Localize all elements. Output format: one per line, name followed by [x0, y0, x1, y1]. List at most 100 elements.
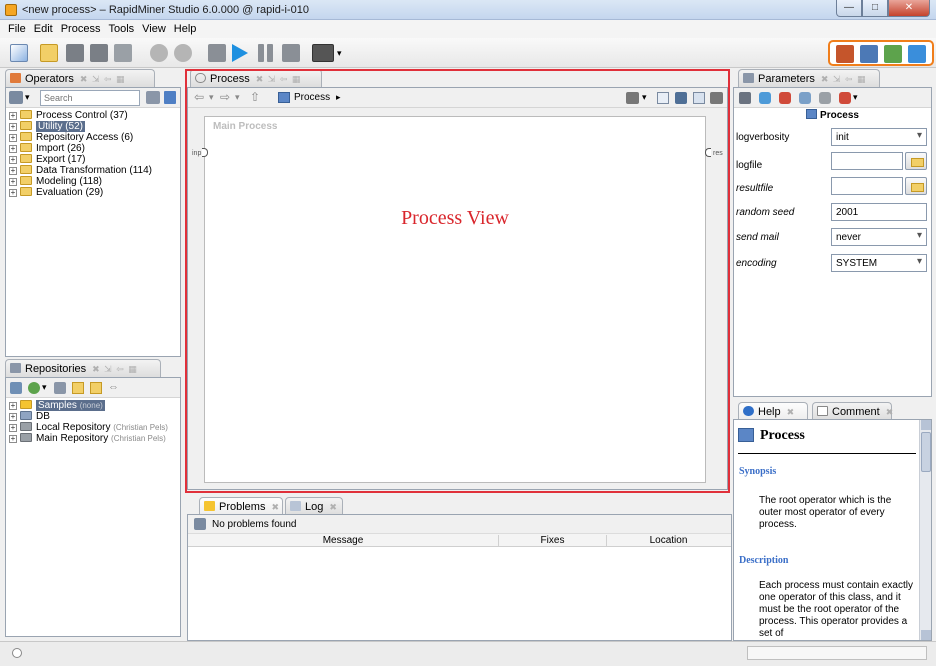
filter-icon[interactable] — [194, 518, 206, 530]
forward-icon[interactable]: ⇨ — [220, 90, 230, 104]
menu-file[interactable]: File — [5, 20, 31, 38]
link-with-editor-icon[interactable]: ⇔ — [108, 381, 119, 393]
expand-icon[interactable]: + — [9, 402, 17, 410]
close-tab-icon[interactable]: ✖ — [271, 502, 280, 512]
tab-process[interactable]: Process ✖ ⇲ ⇦ ▦ — [190, 69, 322, 88]
clear-filter-icon[interactable] — [146, 91, 160, 104]
column-message[interactable]: Message — [188, 535, 498, 546]
menu-edit[interactable]: Edit — [31, 20, 58, 38]
menu-tools[interactable]: Tools — [105, 20, 139, 38]
forward-dropdown-icon[interactable]: ▾ — [235, 92, 240, 103]
output-port[interactable] — [705, 148, 711, 157]
delete-operator-icon[interactable] — [839, 92, 851, 104]
pause-icon[interactable] — [258, 44, 264, 62]
new-building-block-icon[interactable] — [9, 91, 23, 104]
scroll-up-icon[interactable] — [921, 420, 931, 430]
tree-item[interactable]: + Utility (52) — [9, 121, 86, 132]
scroll-down-icon[interactable] — [921, 630, 931, 640]
refresh-folder-icon[interactable] — [90, 382, 102, 394]
tree-item[interactable]: + Local Repository (Christian Pels) — [9, 422, 168, 433]
tab-operators[interactable]: Operators ✖ ⇲ ⇦ ▦ — [5, 69, 155, 88]
menu-view[interactable]: View — [139, 20, 171, 38]
open-icon[interactable] — [54, 382, 66, 394]
rename-icon[interactable] — [819, 92, 831, 104]
expand-icon[interactable]: + — [9, 178, 17, 186]
run-icon[interactable] — [232, 44, 248, 62]
expand-icon[interactable]: + — [9, 123, 17, 131]
panel-controls-icon[interactable]: ✖ ⇲ ⇦ ▦ — [821, 74, 867, 84]
expand-icon[interactable]: + — [9, 189, 17, 197]
results-perspective-icon[interactable] — [884, 45, 902, 63]
process-canvas[interactable]: Main Process Process View — [204, 116, 706, 483]
tree-item[interactable]: + Main Repository (Christian Pels) — [9, 433, 166, 444]
close-tab-icon[interactable]: ✖ — [787, 407, 796, 417]
display-mode-dropdown-icon[interactable]: ▾ — [337, 48, 342, 59]
close-button[interactable]: ✕ — [888, 0, 930, 17]
expand-icon[interactable]: + — [9, 145, 17, 153]
expand-icon[interactable]: + — [9, 424, 17, 432]
more-options-dropdown-icon[interactable]: ▾ — [853, 92, 858, 103]
menu-process[interactable]: Process — [58, 20, 106, 38]
expand-icon[interactable]: + — [9, 413, 17, 421]
tree-item[interactable]: + Import (26) — [9, 143, 85, 154]
operator-search-input[interactable] — [40, 90, 140, 106]
cloud-perspective-icon[interactable] — [908, 45, 926, 63]
logfile-input[interactable] — [831, 152, 903, 170]
up-icon[interactable]: ⇧ — [250, 90, 260, 104]
tree-item[interactable]: + Data Transformation (114) — [9, 165, 152, 176]
tree-item[interactable]: + Export (17) — [9, 154, 85, 165]
add-repository-icon[interactable] — [10, 382, 22, 394]
connect-icon[interactable] — [710, 92, 723, 104]
undo-icon[interactable] — [150, 44, 168, 62]
display-mode-icon[interactable] — [312, 44, 334, 62]
encoding-select[interactable]: SYSTEM — [831, 254, 927, 272]
operator-order-icon[interactable] — [675, 92, 687, 104]
arrange-icon[interactable] — [657, 92, 669, 104]
tree-item[interactable]: + Modeling (118) — [9, 176, 102, 187]
menu-help[interactable]: Help — [171, 20, 202, 38]
expand-icon[interactable]: + — [9, 167, 17, 175]
close-tab-icon[interactable]: ✖ — [886, 407, 895, 417]
logverbosity-select[interactable]: init — [831, 128, 927, 146]
new-folder-icon[interactable] — [72, 382, 84, 394]
panel-controls-icon[interactable]: ✖ ⇲ ⇦ ▦ — [256, 74, 302, 84]
new-process-icon[interactable] — [10, 44, 28, 62]
minimize-button[interactable]: — — [836, 0, 862, 17]
resultfile-browse-button[interactable] — [905, 177, 927, 195]
breadcrumb-process[interactable]: Process — [294, 92, 330, 103]
auto-wire-dropdown-icon[interactable]: ▾ — [642, 92, 647, 103]
send-mail-select[interactable]: never — [831, 228, 927, 246]
print-icon[interactable] — [114, 44, 132, 62]
expand-icon[interactable]: + — [9, 112, 17, 120]
panel-controls-icon[interactable]: ✖ ⇲ ⇦ ▦ — [92, 364, 138, 374]
tree-item[interactable]: + DB — [9, 411, 50, 422]
tab-parameters[interactable]: Parameters ✖ ⇲ ⇦ ▦ — [738, 69, 880, 88]
column-location[interactable]: Location — [606, 535, 730, 546]
column-fixes[interactable]: Fixes — [498, 535, 606, 546]
fit-icon[interactable] — [693, 92, 705, 104]
tree-item[interactable]: + Evaluation (29) — [9, 187, 103, 198]
tab-repositories[interactable]: Repositories ✖ ⇲ ⇦ ▦ — [5, 359, 161, 378]
scroll-thumb[interactable] — [921, 432, 931, 472]
import-dropdown-icon[interactable]: ▾ — [42, 382, 47, 393]
tree-item[interactable]: + Repository Access (6) — [9, 132, 133, 143]
close-tab-icon[interactable]: ✖ — [329, 502, 338, 512]
sort-icon[interactable] — [164, 91, 176, 104]
help-scrollbar[interactable] — [919, 420, 931, 640]
tree-item[interactable]: + Samples (none) — [9, 400, 105, 411]
expand-icon[interactable]: + — [9, 134, 17, 142]
back-icon[interactable]: ⇦ — [194, 90, 204, 104]
breakpoint-before-icon[interactable] — [779, 92, 791, 104]
expand-icon[interactable]: + — [9, 435, 17, 443]
random-seed-input[interactable]: 2001 — [831, 203, 927, 221]
maximize-button[interactable]: □ — [862, 0, 888, 17]
home-perspective-icon[interactable] — [836, 45, 854, 63]
expand-icon[interactable]: + — [9, 156, 17, 164]
tree-item[interactable]: + Process Control (37) — [9, 110, 128, 121]
save-icon[interactable] — [66, 44, 84, 62]
logfile-browse-button[interactable] — [905, 152, 927, 170]
resultfile-input[interactable] — [831, 177, 903, 195]
stop-icon[interactable] — [282, 44, 300, 62]
panel-controls-icon[interactable]: ✖ ⇲ ⇦ ▦ — [80, 74, 126, 84]
expert-mode-icon[interactable] — [739, 92, 751, 104]
